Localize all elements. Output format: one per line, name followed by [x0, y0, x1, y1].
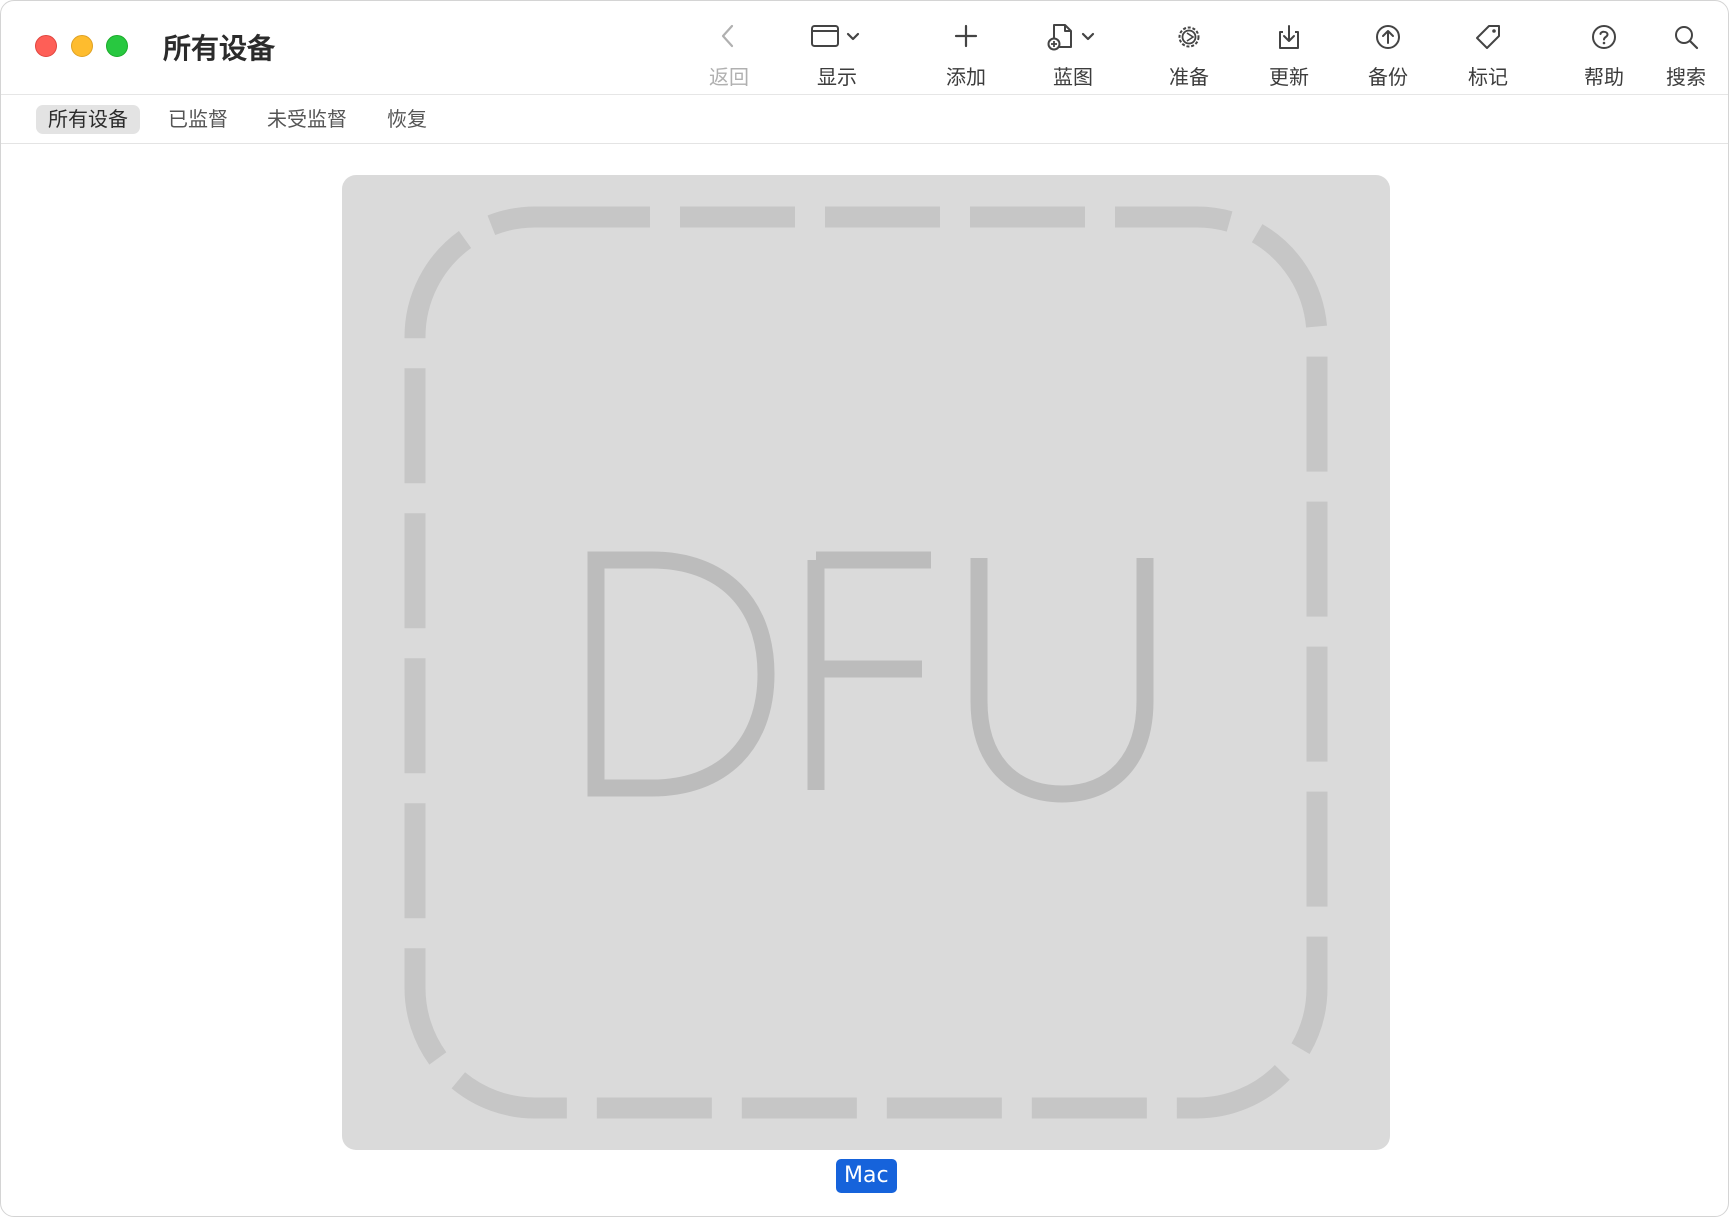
update-button[interactable]: 更新	[1244, 19, 1334, 89]
filter-supervised[interactable]: 已监督	[156, 105, 240, 134]
prepare-button[interactable]: 准备	[1144, 19, 1234, 89]
search-icon	[1641, 19, 1728, 55]
close-window-button[interactable]	[35, 35, 57, 57]
filter-bar: 所有设备 已监督 未受监督 恢复	[1, 95, 1728, 144]
search-button[interactable]: 搜索	[1641, 19, 1728, 89]
configurator-window: 所有设备 返回 显示 添加 蓝图 准备 更新 备份 标记 帮助 搜索 所有设备 …	[0, 0, 1729, 1217]
blueprint-label: 蓝图	[1053, 65, 1093, 89]
dfu-placeholder-icon	[404, 206, 1328, 1119]
tag-label: 标记	[1468, 65, 1508, 89]
device-tile[interactable]	[342, 175, 1390, 1150]
add-label: 添加	[946, 65, 986, 89]
filter-recovery[interactable]: 恢复	[375, 105, 439, 134]
zoom-window-button[interactable]	[106, 35, 128, 57]
blueprint-button[interactable]: 蓝图	[1028, 19, 1118, 89]
back-button[interactable]: 返回	[684, 19, 774, 89]
backup-label: 备份	[1368, 65, 1408, 89]
filter-unsupervised[interactable]: 未受监督	[255, 105, 359, 134]
chevron-left-icon	[684, 19, 774, 55]
device-browser: Mac DFU	[1, 144, 1728, 1216]
plus-icon	[921, 19, 1011, 55]
view-label: 显示	[817, 65, 857, 89]
tag-icon	[1443, 19, 1533, 55]
backup-button[interactable]: 备份	[1343, 19, 1433, 89]
help-button[interactable]: 帮助	[1559, 19, 1649, 89]
view-button[interactable]: 显示	[792, 19, 882, 89]
question-circle-icon	[1559, 19, 1649, 55]
tag-button[interactable]: 标记	[1443, 19, 1533, 89]
search-label: 搜索	[1666, 65, 1706, 89]
filter-all-devices[interactable]: 所有设备	[36, 105, 140, 134]
help-label: 帮助	[1584, 65, 1624, 89]
gear-icon	[1144, 19, 1234, 55]
prepare-label: 准备	[1169, 65, 1209, 89]
back-label: 返回	[709, 65, 749, 89]
update-label: 更新	[1269, 65, 1309, 89]
title-bar: 所有设备 返回 显示 添加 蓝图 准备 更新 备份 标记 帮助 搜索	[1, 1, 1728, 95]
download-tray-icon	[1244, 19, 1334, 55]
arrow-up-circle-icon	[1343, 19, 1433, 55]
window-title: 所有设备	[163, 32, 276, 65]
blueprint-document-icon	[1028, 19, 1118, 55]
minimize-window-button[interactable]	[71, 35, 93, 57]
device-name-label[interactable]: Mac	[836, 1159, 897, 1193]
window-view-icon	[792, 19, 882, 55]
add-button[interactable]: 添加	[921, 19, 1011, 89]
